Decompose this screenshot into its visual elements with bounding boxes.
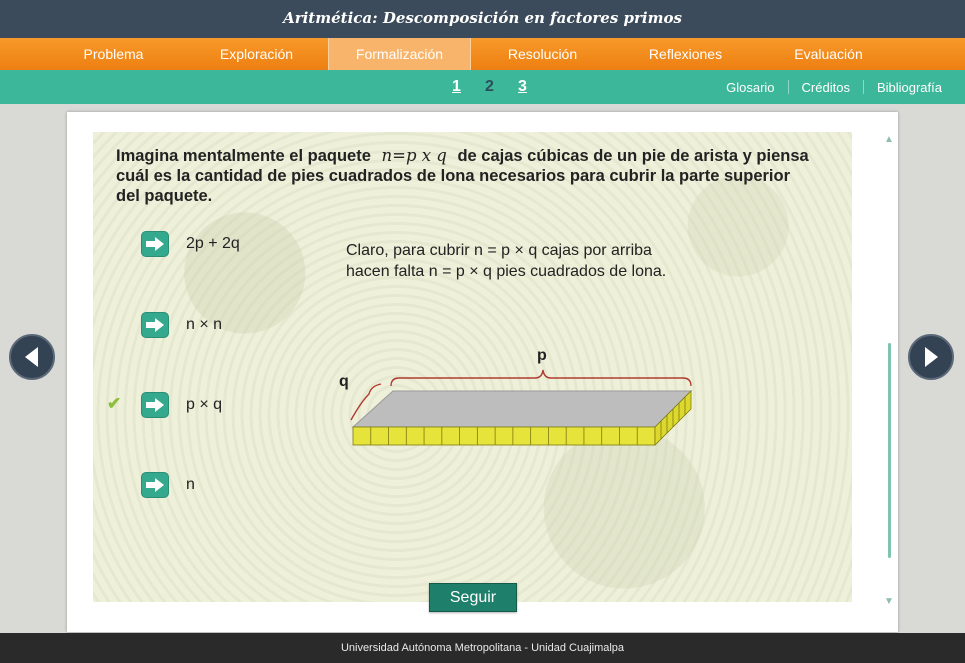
page-selector: 1 2 3 [440, 70, 539, 104]
tab-reflexiones[interactable]: Reflexiones [614, 38, 757, 70]
arrow-right-icon[interactable] [141, 231, 169, 257]
main-nav: Problema Exploración Formalización Resol… [0, 38, 965, 70]
tab-problema[interactable]: Problema [42, 38, 185, 70]
chevron-left-icon [25, 347, 38, 367]
tab-formalizacion[interactable]: Formalización [328, 38, 471, 70]
scroll-down-icon[interactable]: ▼ [884, 596, 894, 607]
question-prefix: Imagina mentalmente el paquete [116, 147, 371, 165]
feedback-text: Claro, para cubrir n = p × q cajas por a… [346, 240, 666, 282]
creditos-link[interactable]: Créditos [789, 80, 863, 95]
tab-evaluacion[interactable]: Evaluación [757, 38, 900, 70]
app-title: Aritmética: Descomposición en factores p… [0, 0, 965, 38]
arrow-right-icon[interactable] [141, 392, 169, 418]
package-front-face [352, 426, 656, 446]
label-q: q [339, 373, 349, 390]
tab-exploracion[interactable]: Exploración [185, 38, 328, 70]
reference-links: Glosario Créditos Bibliografía [713, 70, 955, 104]
option-4[interactable]: n [141, 472, 195, 498]
feedback-line-1: Claro, para cubrir n = p × q cajas por a… [346, 242, 652, 259]
next-page-button[interactable] [908, 334, 954, 380]
page-3-link[interactable]: 3 [506, 70, 539, 104]
option-3-selected[interactable]: p × q [141, 392, 222, 418]
arrow-right-icon[interactable] [141, 312, 169, 338]
option-label: n × n [186, 316, 223, 333]
footer-credits: Universidad Autónoma Metropolitana - Uni… [0, 633, 965, 663]
brace-p [390, 369, 692, 387]
arrow-right-icon[interactable] [141, 472, 169, 498]
page-2-current: 2 [485, 78, 494, 95]
option-2[interactable]: n × n [141, 312, 222, 338]
package-top-face [351, 390, 693, 428]
question-formula: n=p x q [381, 146, 447, 165]
content-panel: Imagina mentalmente el paquete n=p x q d… [67, 112, 898, 632]
glosario-link[interactable]: Glosario [713, 80, 787, 95]
chevron-right-icon [925, 347, 938, 367]
question-text: Imagina mentalmente el paquete n=p x q d… [116, 146, 816, 206]
tab-resolucion[interactable]: Resolución [471, 38, 614, 70]
page-1-link[interactable]: 1 [440, 70, 473, 104]
option-1[interactable]: 2p + 2q [141, 231, 240, 257]
option-label: p × q [186, 396, 223, 413]
feedback-line-2: hacen falta n = p × q pies cuadrados de … [346, 263, 667, 280]
bibliografia-link[interactable]: Bibliografía [864, 80, 955, 95]
box-package-diagram: p q [339, 347, 693, 446]
option-label: n [186, 476, 195, 493]
activity-area: Imagina mentalmente el paquete n=p x q d… [93, 132, 852, 612]
label-p: p [537, 347, 547, 364]
sub-nav: 1 2 3 Glosario Créditos Bibliografía [0, 70, 965, 104]
checkmark-icon: ✔ [107, 394, 122, 413]
previous-page-button[interactable] [9, 334, 55, 380]
scrollbar-thumb[interactable] [888, 343, 891, 558]
seguir-button[interactable]: Seguir [429, 583, 517, 612]
option-label: 2p + 2q [186, 235, 240, 252]
scroll-up-icon[interactable]: ▲ [884, 134, 894, 145]
